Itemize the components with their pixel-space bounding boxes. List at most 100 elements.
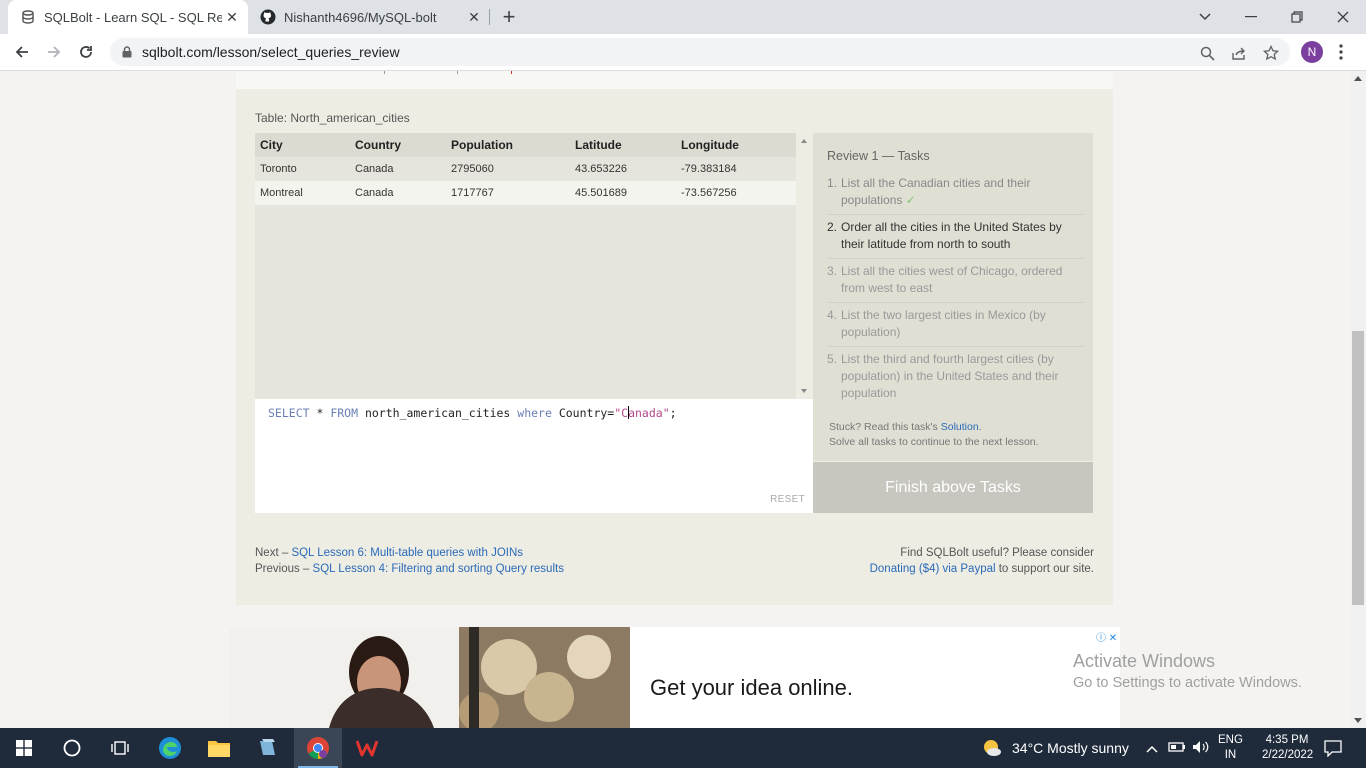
finish-tasks-button[interactable]: Finish above Tasks [813, 462, 1093, 513]
cell-longitude: -79.383184 [676, 157, 796, 181]
region-code: IN [1224, 749, 1237, 761]
share-icon[interactable] [1230, 44, 1248, 62]
clock-date: 2/22/2022 [1262, 749, 1314, 761]
scroll-up-arrow-icon[interactable] [801, 139, 807, 143]
tab-separator [489, 9, 490, 25]
donate-link[interactable]: Donating ($4) via Paypal [870, 563, 996, 575]
back-icon[interactable] [8, 38, 36, 66]
previous-prefix: Previous – [255, 563, 313, 575]
weather-widget[interactable]: 34°C Mostly sunny [982, 738, 1129, 758]
zoom-icon[interactable] [1198, 44, 1216, 62]
solve-all-note: Solve all tasks to continue to the next … [829, 436, 1039, 448]
cell-city: Toronto [255, 157, 350, 181]
solution-link[interactable]: Solution [941, 421, 979, 433]
task-view-icon[interactable] [96, 728, 144, 768]
ad-headline: Get your idea online. [650, 675, 854, 700]
column-header-longitude: Longitude [676, 133, 796, 157]
browser-toolbar: sqlbolt.com/lesson/select_queries_review… [0, 34, 1366, 71]
page-viewport: Table: North_american_cities City Countr… [0, 71, 1350, 728]
sql-query-editor[interactable]: SELECT * FROM north_american_cities wher… [255, 399, 813, 513]
system-clock[interactable]: 4:35 PM 2/22/2022 [1262, 733, 1314, 763]
support-note: Find SQLBolt useful? Please consider Don… [870, 545, 1094, 577]
task-number: 1. [827, 176, 838, 190]
windows-start-icon[interactable] [0, 728, 48, 768]
notepad-app-icon[interactable] [243, 728, 291, 768]
cell-latitude: 43.653226 [570, 157, 676, 181]
notifications-icon[interactable] [1324, 739, 1342, 762]
address-bar[interactable]: sqlbolt.com/lesson/select_queries_review [110, 38, 1290, 66]
checkmark-icon: ✓ [905, 193, 916, 207]
scroll-up-arrow-icon[interactable] [1354, 76, 1362, 81]
close-window-button[interactable] [1320, 0, 1366, 34]
previous-lesson-link[interactable]: SQL Lesson 4: Filtering and sorting Quer… [313, 563, 564, 575]
task-number: 4. [827, 308, 838, 322]
keyword-where: where [517, 406, 552, 420]
advertisement-banner[interactable]: Get your idea online. ⓘ ✕ [229, 627, 1120, 728]
query-table-name: north_american_cities [358, 406, 518, 420]
query-string-start: "C [614, 406, 629, 420]
edge-browser-icon[interactable] [146, 728, 194, 768]
cell-population: 1717767 [446, 181, 570, 205]
tab-search-chevron-icon[interactable] [1182, 0, 1228, 34]
table-row: Toronto Canada 2795060 43.653226 -79.383… [255, 157, 796, 181]
reload-icon[interactable] [72, 38, 100, 66]
bookmark-star-icon[interactable] [1262, 44, 1280, 62]
page-scrollbar[interactable] [1350, 71, 1366, 728]
cell-city: Montreal [255, 181, 350, 205]
url-text: sqlbolt.com/lesson/select_queries_review [142, 44, 400, 60]
task-item: 4. List the two largest cities in Mexico… [827, 303, 1085, 347]
lesson-exercise-card: Table: North_american_cities City Countr… [236, 71, 1113, 605]
support-line: Find SQLBolt useful? Please consider [900, 547, 1094, 559]
results-scrollbar[interactable] [796, 133, 813, 399]
keyword-select: SELECT [268, 406, 310, 420]
restore-button[interactable] [1274, 0, 1320, 34]
forward-icon[interactable] [40, 38, 68, 66]
query-text[interactable]: SELECT * FROM north_american_cities wher… [268, 406, 677, 420]
new-tab-button[interactable]: + [496, 5, 522, 29]
volume-icon[interactable] [1192, 740, 1210, 759]
scroll-down-arrow-icon[interactable] [801, 389, 807, 393]
tab-sqlbolt[interactable]: SQLBolt - Learn SQL - SQL Review ✕ [8, 0, 248, 34]
file-explorer-icon[interactable] [195, 728, 243, 768]
task-number: 5. [827, 352, 838, 366]
tasks-title: Review 1 — Tasks [827, 149, 930, 163]
language-code: ENG [1218, 734, 1243, 746]
show-hidden-icons-chevron-icon[interactable] [1146, 740, 1158, 758]
task-text: Order all the cities in the United State… [841, 220, 1062, 251]
input-language[interactable]: ENG IN [1218, 733, 1243, 763]
cell-latitude: 45.501689 [570, 181, 676, 205]
reset-button[interactable]: RESET [770, 494, 805, 505]
support-suffix: to support our site. [995, 563, 1094, 575]
github-icon [260, 9, 276, 25]
scrollbar-thumb[interactable] [1352, 331, 1364, 605]
profile-avatar[interactable]: N [1301, 41, 1323, 63]
query-condition: Country= [551, 406, 615, 420]
minimize-button[interactable] [1228, 0, 1274, 34]
query-star: * [309, 406, 331, 420]
task-text: List the two largest cities in Mexico (b… [841, 308, 1046, 339]
next-lesson-link[interactable]: SQL Lesson 6: Multi-table queries with J… [291, 547, 523, 559]
wps-office-icon[interactable] [343, 728, 391, 768]
lock-icon [122, 45, 132, 63]
menu-kebab-icon[interactable] [1336, 43, 1346, 61]
search-circle-icon[interactable] [48, 728, 96, 768]
close-tab-icon[interactable]: ✕ [466, 9, 482, 25]
column-header-latitude: Latitude [570, 133, 676, 157]
watermark-title: Activate Windows [1073, 651, 1216, 671]
tab-github[interactable]: Nishanth4696/MySQL-bolt ✕ [250, 0, 490, 34]
scroll-down-arrow-icon[interactable] [1354, 718, 1362, 723]
task-item: 3. List all the cities west of Chicago, … [827, 259, 1085, 303]
task-number: 3. [827, 264, 838, 278]
ad-choices-icon[interactable]: ⓘ ✕ [1096, 629, 1118, 644]
cell-country: Canada [350, 181, 446, 205]
battery-icon[interactable] [1168, 740, 1186, 758]
keyword-from: FROM [330, 406, 359, 420]
query-string-rest: anada" [628, 406, 670, 420]
strip-mark [511, 71, 512, 74]
column-header-population: Population [446, 133, 570, 157]
close-tab-icon[interactable]: ✕ [224, 9, 240, 25]
chrome-browser-icon[interactable] [294, 728, 342, 768]
strip-mark [384, 71, 385, 74]
task-text: List all the cities west of Chicago, ord… [841, 264, 1063, 295]
next-prefix: Next – [255, 547, 292, 559]
